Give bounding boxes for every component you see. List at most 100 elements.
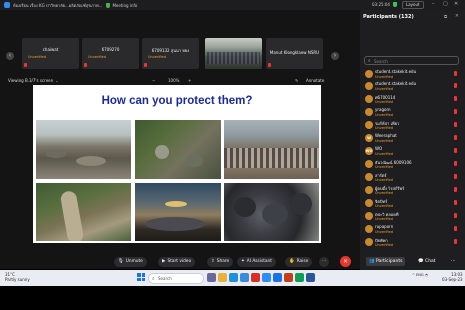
muted-mic-icon <box>24 63 27 67</box>
layout-button[interactable]: Layout <box>402 1 424 9</box>
share-icon: ⇪ <box>211 259 215 264</box>
ai-assistant-button[interactable]: ✦ AI Assistant <box>237 257 276 267</box>
crowded-beach-photo <box>224 120 319 179</box>
excel-icon[interactable] <box>295 273 304 282</box>
strip-next-arrow-icon[interactable]: › <box>331 52 339 60</box>
weather-widget[interactable]: 31°C Partly sunny <box>5 272 30 282</box>
muted-mic-icon <box>268 63 271 67</box>
participant-status: Unverified <box>375 203 393 208</box>
shield-icon[interactable] <box>106 2 111 8</box>
video-tile[interactable]: Manut Klongklaew NSRU <box>266 38 323 69</box>
participants-panel: Participants (132) ⧉ ✕ ⌕ Search student.… <box>360 10 465 270</box>
avatar <box>365 173 373 181</box>
zoom-taskbar-icon[interactable] <box>262 273 271 282</box>
participant-status: Unverified <box>375 138 393 143</box>
title-bar: ห้องเรียน เรื่อง KG ป่าวิทยาลัย...ผลิตภั… <box>0 0 465 10</box>
system-tray[interactable]: ^ ENG ◔ <box>412 273 428 277</box>
participant-row[interactable]: ศ6700114 Unverified <box>363 94 462 106</box>
forest-litter-photo <box>135 120 221 179</box>
hand-icon: ✋ <box>289 259 295 264</box>
mountain-road-photo <box>36 183 131 241</box>
chevron-down-icon: ⌄ <box>55 78 59 83</box>
participant-row[interactable]: ผู้ตบตั้ง ไรสก์รีพร์ Unverified <box>363 185 462 197</box>
participants-search-input[interactable]: ⌕ Search <box>364 56 459 65</box>
edge-icon[interactable] <box>229 273 238 282</box>
store-icon[interactable] <box>240 273 249 282</box>
participant-row[interactable]: W Weeraphat Unverified <box>363 133 462 145</box>
avatar <box>365 199 373 207</box>
participant-row[interactable]: สาร์ตร์ Unverified <box>363 172 462 184</box>
strip-prev-arrow-icon[interactable]: ‹ <box>6 52 14 60</box>
annotate-pen-icon[interactable]: ✎ <box>295 78 298 83</box>
encryption-shield-icon[interactable] <box>393 2 397 7</box>
maximize-icon[interactable]: ▢ <box>443 1 448 7</box>
participant-status: Unverified <box>375 242 393 247</box>
annotate-button[interactable]: Annotate <box>306 78 324 83</box>
video-tile[interactable]: chaiwat Unverified <box>22 38 79 69</box>
participant-row[interactable]: WO WO Unverified <box>363 146 462 158</box>
people-icon: 👥 <box>369 259 377 264</box>
participant-row[interactable]: จิตบิทร์ Unverified <box>363 198 462 210</box>
zoom-level[interactable]: 100% <box>168 78 179 83</box>
participant-status: Unverified <box>375 190 393 195</box>
participants-button[interactable]: 👥 Participants <box>366 257 406 266</box>
muted-mic-icon <box>454 109 457 114</box>
more-options-icon[interactable]: ⋯ <box>448 257 459 266</box>
zoom-out-icon[interactable]: − <box>152 78 155 83</box>
participant-status: Unverified <box>375 125 393 130</box>
task-view-icon[interactable] <box>207 273 216 282</box>
unmute-button[interactable]: 🎙 Unmute <box>114 257 147 267</box>
chat-button-label: Chat <box>425 259 436 264</box>
zoom-in-icon[interactable]: + <box>188 78 191 83</box>
panel-close-icon[interactable]: ✕ <box>455 14 459 19</box>
minimize-icon[interactable]: – <box>432 1 435 7</box>
avatar <box>365 160 373 168</box>
participant-row[interactable]: ธันวณัฒน์ 6009106 Unverified <box>363 159 462 171</box>
shared-slide: How can you protect them? <box>33 85 321 243</box>
more-button[interactable]: ⋯ <box>319 257 330 267</box>
video-tile[interactable]: 6709270 Unverified <box>82 38 139 69</box>
meeting-info-button[interactable]: Meeting info <box>112 3 137 8</box>
participant-row[interactable]: ปัยพัคก Unverified <box>363 237 462 249</box>
avatar <box>365 238 373 246</box>
taskbar-search-input[interactable]: ⌕ Search <box>148 273 204 284</box>
video-tile-classroom[interactable] <box>205 38 262 69</box>
participant-row[interactable]: rupaporn Unverified <box>363 224 462 236</box>
app-icon[interactable] <box>306 273 315 282</box>
search-icon: ⌕ <box>368 59 371 64</box>
tile-name: 6709132 สุนนา หยง <box>151 48 190 53</box>
participant-row[interactable]: ตปะวิ ตลอดที Unverified <box>363 211 462 223</box>
avatar <box>365 82 373 90</box>
participant-row[interactable]: student.stakekit.edu Unverified <box>363 81 462 93</box>
windows-start-icon[interactable] <box>137 273 145 281</box>
tile-name: Manut Klongklaew NSRU <box>269 50 320 55</box>
participant-row[interactable]: yragorn Unverified <box>363 107 462 119</box>
muted-mic-icon <box>454 174 457 179</box>
viewing-label[interactable]: Viewing B.3/7's screen ⌄ <box>8 78 59 83</box>
avatar <box>365 225 373 233</box>
muted-mic-icon <box>454 71 457 76</box>
participant-row[interactable]: รมร์ห์ปา เพียว Unverified <box>363 120 462 132</box>
taskbar-clock[interactable]: 13:03 03-Sep-23 <box>442 272 463 282</box>
share-button[interactable]: ⇪ Share <box>207 257 234 267</box>
garbage-bags-photo <box>224 183 319 241</box>
end-call-button[interactable]: × <box>340 256 351 267</box>
participant-status: Unverified <box>375 99 393 104</box>
share-label: Share <box>216 259 230 264</box>
word-icon[interactable] <box>273 273 282 282</box>
avatar <box>365 108 373 116</box>
close-icon[interactable]: ✕ <box>454 1 458 7</box>
start-video-button[interactable]: ▶ Start video <box>158 257 196 267</box>
clock-date: 03-Sep-23 <box>442 277 463 282</box>
chat-button[interactable]: 💬 Chat <box>415 257 439 266</box>
raise-hand-button[interactable]: ✋ Raise <box>285 257 313 267</box>
file-explorer-icon[interactable] <box>218 273 227 282</box>
participant-row[interactable]: student.stakekit.edu Unverified <box>363 69 462 81</box>
slide-heading: How can you protect them? <box>101 95 253 107</box>
chrome-icon[interactable] <box>251 273 260 282</box>
participant-name: student.stakekit.edu <box>375 69 417 74</box>
powerpoint-icon[interactable] <box>284 273 293 282</box>
video-tile[interactable]: 6709132 สุนนา หยง Unverified <box>142 38 199 69</box>
popout-icon[interactable]: ⧉ <box>444 14 447 20</box>
weather-desc: Partly sunny <box>5 276 30 282</box>
